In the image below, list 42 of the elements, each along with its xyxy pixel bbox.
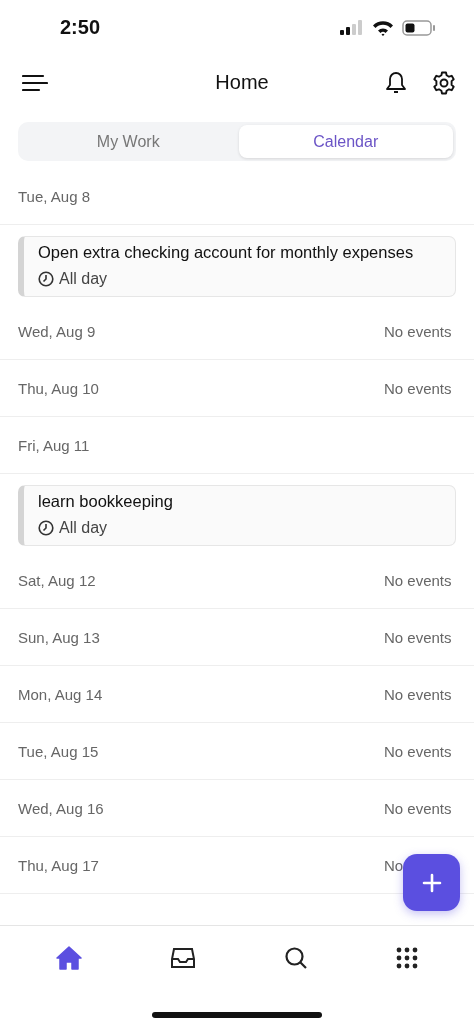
- search-icon: [284, 946, 308, 970]
- day-status: No events: [384, 322, 453, 340]
- day-status: No events: [384, 742, 453, 760]
- event-time: All day: [59, 270, 108, 288]
- event-card[interactable]: learn bookkeeping All day: [18, 485, 456, 546]
- menu-icon[interactable]: [22, 73, 48, 92]
- day-date: Tue, Aug 8: [18, 187, 90, 205]
- day-date: Sat, Aug 12: [18, 571, 96, 589]
- grid-icon: [396, 947, 418, 969]
- wifi-icon: [372, 19, 394, 36]
- bell-icon[interactable]: [386, 71, 406, 94]
- settings-icon[interactable]: [432, 70, 456, 95]
- day-date: Thu, Aug 17: [18, 856, 99, 874]
- day-date: Mon, Aug 14: [18, 685, 103, 703]
- tab[interactable]: My Work: [21, 125, 236, 158]
- event-card[interactable]: Open extra checking account for monthly expenses All day: [18, 236, 456, 297]
- day-date: Wed, Aug 9: [18, 322, 96, 340]
- clock-icon: [38, 271, 54, 287]
- battery-icon: [402, 19, 436, 36]
- day-date: Wed, Aug 16: [18, 799, 104, 817]
- day-status: No events: [384, 628, 453, 646]
- page-title: Home: [214, 71, 270, 94]
- day-date: Sun, Aug 13: [18, 628, 100, 646]
- event-title: learn bookkeeping: [38, 492, 174, 511]
- day-date: Fri, Aug 11: [18, 436, 90, 454]
- event-title: Open extra checking account for monthly expenses: [38, 243, 415, 262]
- status-time: 2:50: [60, 16, 101, 39]
- day-status: No events: [384, 685, 453, 703]
- tab[interactable]: Calendar: [238, 125, 453, 158]
- day-date: Thu, Aug 10: [18, 379, 99, 397]
- clock-icon: [38, 520, 54, 536]
- day-status: No: [384, 856, 405, 874]
- day-status: No events: [384, 799, 453, 817]
- day-status: No events: [384, 379, 453, 397]
- inbox-icon: [170, 947, 196, 969]
- day-date: Tue, Aug 15: [18, 742, 99, 760]
- add-button[interactable]: [403, 854, 460, 911]
- event-time: All day: [59, 519, 108, 537]
- signal-icon: [340, 20, 364, 35]
- day-status: No events: [384, 571, 453, 589]
- home-icon: [56, 946, 82, 970]
- plus-icon: [421, 872, 442, 893]
